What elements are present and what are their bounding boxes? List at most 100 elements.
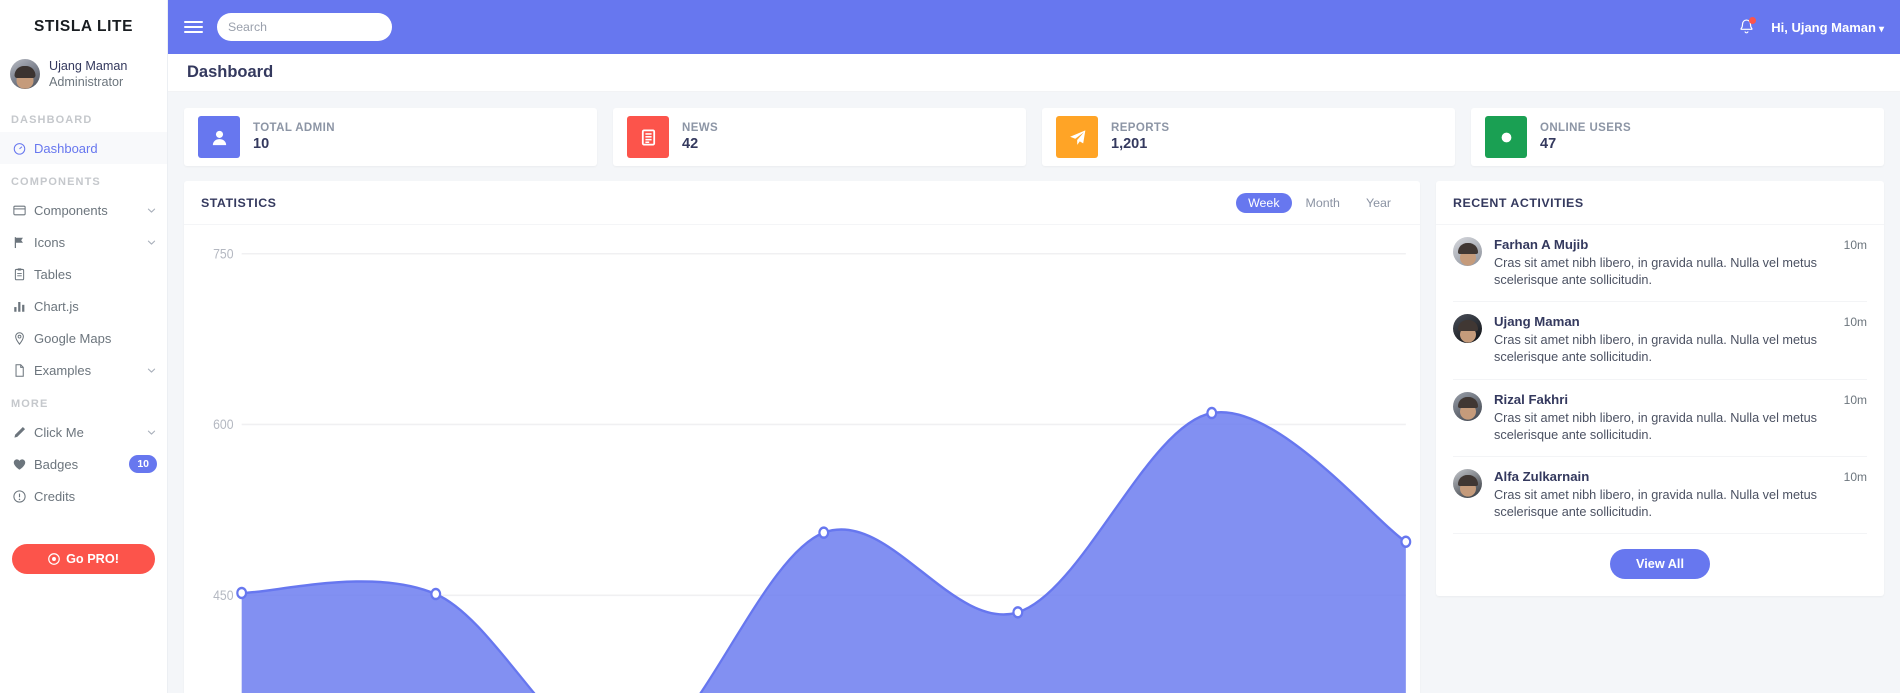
view-all-wrapper: View All [1436,534,1884,596]
notification-dot [1749,16,1757,24]
bar-chart-icon-wrapper [12,299,34,314]
activity-content: Ujang Maman 10m Cras sit amet nibh libero,… [1494,314,1867,366]
go-pro-label: Go PRO! [66,552,119,567]
activity-header: Rizal Fakhri 10m [1494,392,1867,407]
view-all-button[interactable]: View All [1610,549,1710,580]
sidebar-badge: 10 [129,455,157,474]
y-axis-tick-label: 450 [213,587,233,603]
activity-content: Rizal Fakhri 10m Cras sit amet nibh libero… [1494,392,1867,444]
statistics-tab-year[interactable]: Year [1354,193,1403,213]
user-icon [212,130,226,145]
sidebar-item-examples[interactable]: Examples [0,354,167,386]
activity-avatar [1453,314,1482,344]
chevron-down-icon [147,208,156,213]
go-pro-button[interactable]: Go PRO! [12,544,155,575]
sidebar-item-google-maps[interactable]: Google Maps [0,322,167,354]
info-circle-icon-wrapper [12,489,34,504]
search-box[interactable] [217,13,392,41]
stat-card-label: REPORTS [1111,122,1170,134]
stat-card: REPORTS 1,201 [1042,108,1455,166]
sidebar-item-credits[interactable]: Credits [0,480,167,512]
page-header: Dashboard [168,54,1900,92]
activity-avatar [1453,391,1482,421]
speedometer-icon-wrapper [12,141,34,156]
activity-avatar [1453,237,1482,266]
gopro-wrapper: Go PRO! [0,530,167,575]
stat-card-text: REPORTS 1,201 [1111,122,1169,152]
sidebar-item-tables[interactable]: Tables [0,258,167,290]
y-axis-tick-label: 600 [213,416,233,432]
data-point[interactable] [818,526,830,539]
avatar [10,59,40,90]
hamburger-icon[interactable] [184,21,203,33]
sidebar-item-label: Icons [34,234,66,250]
data-point[interactable] [236,586,248,600]
activity-item: Alfa Zulkarnain 10m Cras sit amet nibh lib… [1453,457,1867,535]
chevron-down-icon: ▾ [1878,23,1884,35]
activity-user-name: Farhan A Mujib [1494,237,1589,252]
statistics-tab-week[interactable]: Week [1236,192,1292,213]
sidebar-item-icons[interactable]: Icons [0,226,167,258]
activity-content: Alfa Zulkarnain 10m Cras sit amet nibh lib… [1494,469,1867,521]
statistics-range-tabs: Week Month Year [1236,192,1403,213]
sidebar-item-components[interactable]: Components [0,194,167,226]
circle-dot-icon [1501,132,1511,142]
sidebar-user-role: Administrator [49,75,124,90]
sidebar-nav: DASHBOARD Dashboard COMPONENTS Components Ic… [0,102,167,512]
sidebar-item-label: Components [34,202,108,218]
data-point[interactable] [1206,406,1218,420]
heart-icon [13,459,26,470]
sidebar-item-chart-js[interactable]: Chart.js [0,290,167,322]
data-point[interactable] [430,587,442,601]
data-point[interactable] [1012,606,1024,619]
statistics-tab-month[interactable]: Month [1294,193,1352,213]
activity-text: Cras sit amet nibh libero, in gravida nu… [1494,256,1817,288]
stat-card-text: ONLINE USERS 47 [1540,122,1631,152]
stat-card-value: 47 [1540,136,1557,152]
activity-item: Rizal Fakhri 10m Cras sit amet nibh libero… [1453,380,1867,457]
search-input[interactable] [228,20,387,34]
stat-card-icon-box [1056,116,1098,158]
map-pin-icon-wrapper [12,331,34,346]
sidebar-item-dashboard[interactable]: Dashboard [0,132,167,165]
map-pin-icon [15,331,24,345]
stat-card-text: NEWS 42 [682,122,718,152]
pencil-icon-wrapper [12,425,34,440]
chevron-down-icon [147,368,156,373]
stat-card-text: TOTAL ADMIN 10 [253,122,335,152]
activity-text: Cras sit amet nibh libero, in gravida nu… [1494,487,1817,519]
page-title: Dashboard [187,63,274,81]
user-menu-button[interactable]: Hi, Ujang Maman ▾ [1771,20,1884,35]
stat-card: TOTAL ADMIN 10 [184,108,597,166]
heart-icon-wrapper [12,457,34,472]
sidebar-section-heading: MORE [11,398,49,411]
activity-header: Farhan A Mujib 10m [1494,237,1867,252]
activity-item: Farhan A Mujib 10m Cras sit amet nibh libe… [1453,225,1867,303]
stat-card-label: NEWS [682,122,719,134]
life-buoy-icon [48,553,60,566]
content-area: TOTAL ADMIN 10 NEWS 42 REPORTS 1,201 ONLINE US… [168,92,1900,693]
panels-row: STATISTICS WeekMonthYear 300450600750 RE… [184,181,1884,693]
statistics-title: STATISTICS [201,195,277,210]
activities-panel-header: RECENT ACTIVITIES [1436,181,1884,225]
notifications-bell-icon[interactable] [1738,16,1757,37]
recent-activities-panel: RECENT ACTIVITIES Farhan A Mujib 10m Cras … [1436,181,1884,597]
window-icon [13,205,26,216]
stat-card-value: 42 [682,136,699,152]
chevron-down-icon [147,430,156,435]
stat-card-icon-box [1485,116,1527,158]
main-area: Hi, Ujang Maman▾ Dashboard TOTAL ADMIN 10… [168,0,1900,693]
pencil-icon [14,426,26,438]
file-icon-wrapper [12,363,34,378]
activities-title: RECENT ACTIVITIES [1453,195,1584,210]
data-point[interactable] [1400,535,1412,548]
speedometer-icon [13,142,26,155]
stat-card-label: ONLINE USERS [1540,122,1632,134]
info-circle-icon [13,490,26,503]
sidebar-item-click-me[interactable]: Click Me [0,416,167,448]
sidebar-item-badges[interactable]: Badges 10 [0,448,167,480]
sidebar-item-label: Click Me [34,424,84,440]
sidebar: STISLA LITE Ujang Maman Administrator DA… [0,0,168,693]
stat-card-value: 1,201 [1111,136,1148,152]
sidebar-section-heading: COMPONENTS [11,176,101,189]
